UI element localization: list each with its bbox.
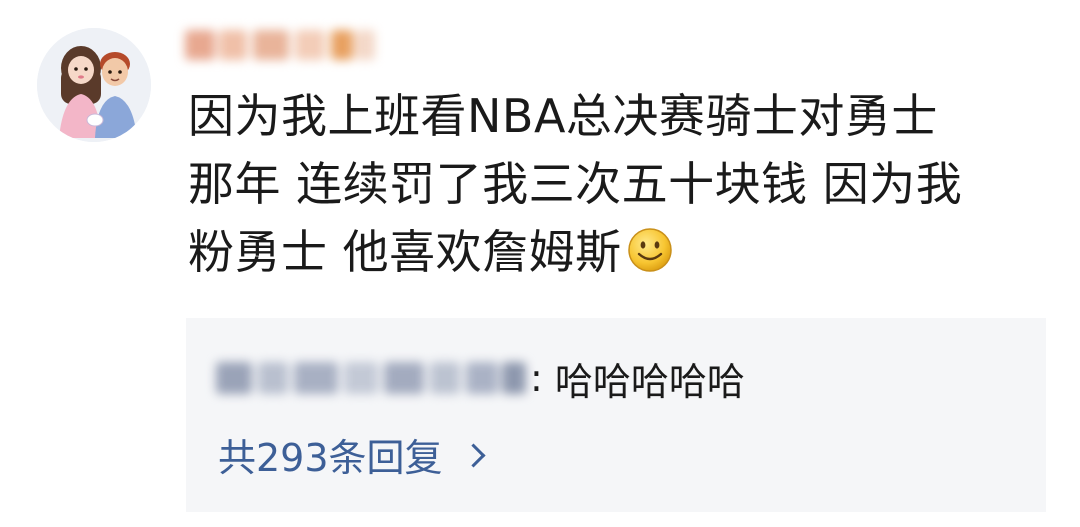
reply-colon: : xyxy=(530,356,543,400)
chevron-right-icon xyxy=(461,442,486,468)
comment-line: 因为我上班看NBA总决赛骑士对勇士 xyxy=(188,89,938,143)
reply-preview-box[interactable]: : 哈哈哈哈哈 共293条回复 xyxy=(186,318,1046,512)
username-blurred[interactable] xyxy=(185,22,380,68)
reply-text: 哈哈哈哈哈 xyxy=(554,359,745,404)
comment-line: 那年 连续罚了我三次五十块钱 因为我 xyxy=(188,157,963,211)
smile-emoji-icon xyxy=(626,224,674,272)
avatar[interactable] xyxy=(37,28,151,142)
view-all-replies-link[interactable]: 共293条回复 xyxy=(218,426,486,482)
reply-username-blurred[interactable] xyxy=(216,356,528,400)
comment-line: 粉勇士 他喜欢詹姆斯 xyxy=(188,218,1048,286)
comment-line-text: 粉勇士 他喜欢詹姆斯 xyxy=(188,225,622,279)
reply-preview-line[interactable]: : 哈哈哈哈哈 xyxy=(216,348,745,408)
reply-count-label: 共293条回复 xyxy=(218,435,443,480)
comment-text: 因为我上班看NBA总决赛骑士对勇士 那年 连续罚了我三次五十块钱 因为我 粉勇士… xyxy=(188,82,1048,286)
